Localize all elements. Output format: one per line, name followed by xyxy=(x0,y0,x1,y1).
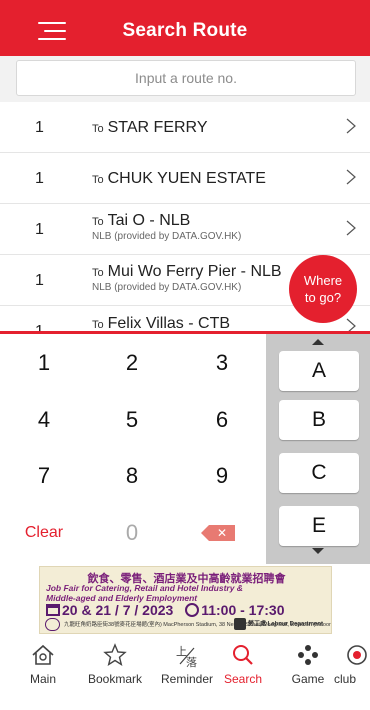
reminder-icon: 上落 xyxy=(176,645,197,668)
route-destination: To CHUK YUEN ESTATE xyxy=(92,170,266,187)
chevron-right-icon xyxy=(346,318,356,332)
clear-button[interactable]: Clear xyxy=(0,506,88,560)
key-7[interactable]: 7 xyxy=(0,449,88,503)
banner-subtitle: Job Fair for Catering, Retail and Hotel … xyxy=(46,583,243,593)
chevron-right-icon xyxy=(346,169,356,185)
route-provider: NLB (provided by DATA.GOV.HK) xyxy=(92,231,242,242)
tab-game[interactable]: Game xyxy=(276,642,340,686)
route-row[interactable]: 1 To Tai O - NLB NLB (provided by DATA.GO… xyxy=(0,204,370,255)
svg-text:落: 落 xyxy=(186,656,197,668)
header-bar: Search Route xyxy=(0,0,370,56)
club-icon xyxy=(347,645,367,665)
route-destination: To STAR FERRY xyxy=(92,119,208,136)
route-row[interactable]: 1 To CHUK YUEN ESTATE xyxy=(0,153,370,204)
key-letter-a[interactable]: A xyxy=(279,351,359,391)
globe-icon xyxy=(45,618,60,631)
game-icon xyxy=(298,645,318,665)
key-0[interactable]: 0 xyxy=(88,506,176,560)
route-provider: NLB (provided by DATA.GOV.HK) xyxy=(92,282,242,293)
chevron-right-icon xyxy=(346,118,356,134)
tab-main[interactable]: Main xyxy=(11,642,75,686)
tab-search[interactable]: Search xyxy=(211,642,275,686)
chevron-right-icon xyxy=(346,220,356,236)
star-icon xyxy=(103,643,127,667)
key-1[interactable]: 1 xyxy=(0,336,88,390)
key-letter-b[interactable]: B xyxy=(279,400,359,440)
key-3[interactable]: 3 xyxy=(178,336,266,390)
key-4[interactable]: 4 xyxy=(0,393,88,447)
backspace-icon: ✕ xyxy=(201,524,235,541)
numeric-keypad: 1 2 3 4 5 6 7 8 9 Clear 0 ✕ xyxy=(0,334,266,564)
route-destination: To Tai O - NLB xyxy=(92,212,191,229)
route-search-input[interactable]: Input a route no. xyxy=(16,60,356,96)
route-number: 1 xyxy=(35,272,44,289)
key-letter-e[interactable]: E xyxy=(279,506,359,546)
route-destination: To Mui Wo Ferry Pier - NLB xyxy=(92,263,282,280)
route-number: 1 xyxy=(35,221,44,238)
route-number: 1 xyxy=(35,119,44,136)
key-letter-c[interactable]: C xyxy=(279,453,359,493)
banner-datetime: 20 & 21 / 7 / 2023 11:00 - 17:30 xyxy=(46,602,285,618)
key-6[interactable]: 6 xyxy=(178,393,266,447)
scroll-down-icon[interactable] xyxy=(312,548,324,554)
ad-banner[interactable]: 飲食、零售、酒店業及中高齡就業招聘會 Job Fair for Catering… xyxy=(39,566,332,634)
backspace-button[interactable]: ✕ xyxy=(178,506,266,560)
search-icon xyxy=(233,645,253,665)
letter-keypad: A B C E xyxy=(266,334,370,564)
key-8[interactable]: 8 xyxy=(88,449,176,503)
labour-department-logo: 勞工處 Labour Department xyxy=(233,618,323,630)
tab-reminder[interactable]: 上落 Reminder xyxy=(155,642,219,686)
where-to-go-button[interactable]: Where to go? xyxy=(289,255,357,323)
route-destination: To Felix Villas - CTB xyxy=(92,315,231,332)
home-icon xyxy=(32,644,54,665)
calendar-icon xyxy=(46,604,60,616)
search-bar: Input a route no. xyxy=(0,56,370,102)
tab-club[interactable]: club xyxy=(334,642,370,686)
clock-icon xyxy=(185,603,200,617)
route-row[interactable]: 1 To STAR FERRY xyxy=(0,102,370,153)
route-number: 1 xyxy=(35,170,44,187)
page-title: Search Route xyxy=(122,20,248,41)
scroll-up-icon[interactable] xyxy=(312,339,324,345)
key-9[interactable]: 9 xyxy=(178,449,266,503)
tab-bookmark[interactable]: Bookmark xyxy=(83,642,147,686)
bottom-tab-bar: Main Bookmark 上落 Reminder Search Game cl… xyxy=(0,636,370,710)
key-5[interactable]: 5 xyxy=(88,393,176,447)
key-2[interactable]: 2 xyxy=(88,336,176,390)
